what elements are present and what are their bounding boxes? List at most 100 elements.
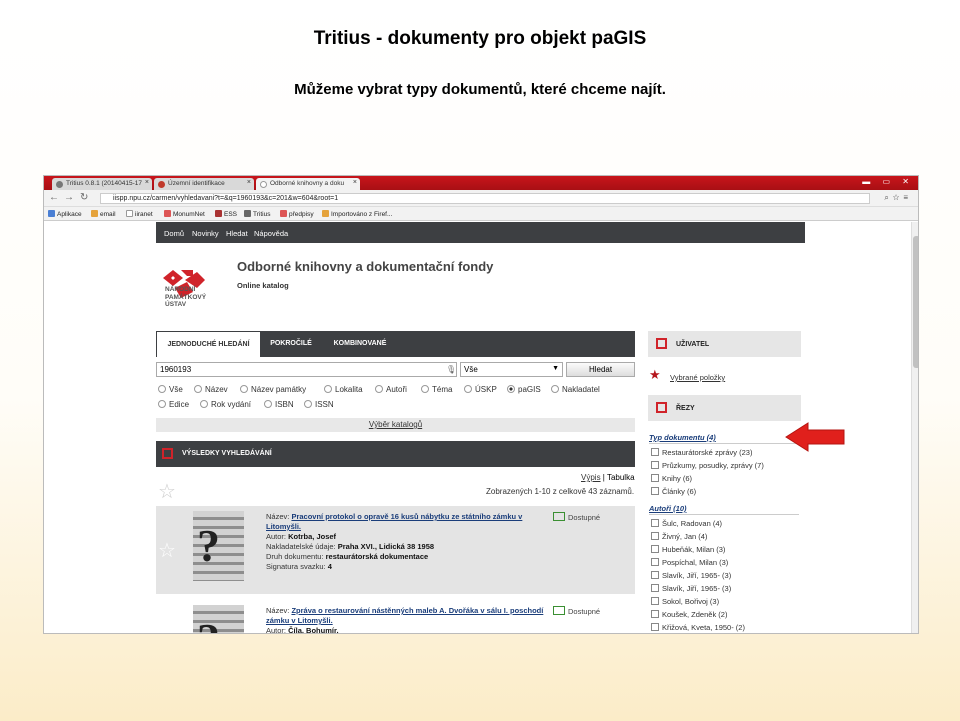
- close-icon[interactable]: ×: [145, 179, 149, 186]
- bookmark-item[interactable]: ESS: [215, 210, 237, 218]
- authors-facet-heading[interactable]: Autoři (10): [649, 504, 687, 513]
- bookmark-item[interactable]: předpisy: [280, 210, 314, 218]
- radio-pagis[interactable]: paGIS: [507, 385, 541, 394]
- reload-icon[interactable]: ↻: [80, 192, 88, 203]
- filter-icon: [656, 402, 667, 413]
- close-icon[interactable]: ×: [353, 179, 357, 186]
- radio-year[interactable]: Rok vydání: [200, 400, 251, 409]
- radio-title[interactable]: Název: [194, 385, 228, 394]
- facet-doc-type[interactable]: Články (6): [651, 487, 696, 496]
- facet-author[interactable]: Pospíchal, Milan (3): [651, 558, 728, 567]
- nav-news[interactable]: Novinky: [192, 229, 219, 238]
- site-nav: Domů Novinky Hledat Nápověda: [156, 222, 805, 243]
- record-details: Název: Zpráva o restaurování nástěnných …: [266, 606, 544, 634]
- search-input[interactable]: 1960193: [156, 362, 457, 377]
- scrollbar-thumb[interactable]: [913, 236, 918, 368]
- available-icon: [553, 512, 565, 521]
- microphone-icon[interactable]: 🎙: [446, 365, 456, 374]
- divider: [649, 443, 799, 444]
- tab-label: Územní identifikace: [168, 180, 225, 187]
- browser-screenshot: Tritius 0.8.1 (20140415-17 × Územní iden…: [43, 175, 919, 634]
- results-header: Výsledky vyhledávání: [156, 441, 635, 467]
- page-icon: [158, 181, 165, 188]
- radio-publisher[interactable]: Nakladatel: [551, 385, 600, 394]
- favorites-link[interactable]: Vybrané položky: [670, 373, 725, 382]
- radio-issn[interactable]: ISSN: [304, 400, 334, 409]
- available-icon: [553, 606, 565, 615]
- url-field[interactable]: iispp.npu.cz/carmen/vyhledavani?t=&q=196…: [100, 193, 870, 204]
- record-title-link[interactable]: Pracovní protokol o opravě 16 kusů nábyt…: [266, 512, 522, 531]
- result-record: ? ☆ Název: Pracovní protokol o opravě 16…: [156, 506, 635, 594]
- tab-label: Odborné knihovny a doku: [270, 180, 345, 187]
- page-icon: [56, 181, 63, 188]
- window-controls[interactable]: ▬ ▭ ✕: [862, 177, 914, 186]
- view-toggle: Výpis | Tabulka: [581, 473, 635, 482]
- radio-monument-name[interactable]: Název památky: [240, 385, 306, 394]
- facet-doc-type[interactable]: Restaurátorské zprávy (23): [651, 448, 752, 457]
- tab-combined[interactable]: Kombinované: [323, 331, 397, 357]
- bookmark-item[interactable]: iiranet: [126, 210, 153, 218]
- result-record: ? Název: Zpráva o restaurování nástěnnýc…: [156, 600, 635, 634]
- results-count: Zobrazených 1-10 z celkově 43 záznamů.: [486, 487, 635, 496]
- browser-tab-tritius[interactable]: Tritius 0.8.1 (20140415-17 ×: [52, 178, 152, 190]
- bookmark-item[interactable]: email: [91, 210, 116, 218]
- nav-home[interactable]: Domů: [164, 229, 184, 238]
- results-icon: [162, 448, 173, 459]
- browser-tab-uzemni[interactable]: Územní identifikace ×: [154, 178, 254, 190]
- availability-status[interactable]: Dostupné: [553, 512, 600, 522]
- user-panel[interactable]: Uživatel: [648, 331, 801, 357]
- facet-author[interactable]: Šulc, Radovan (4): [651, 519, 722, 528]
- radio-uskp[interactable]: ÚSKP: [464, 385, 497, 394]
- scrollbar[interactable]: [911, 222, 918, 633]
- star-icon[interactable]: ☆: [158, 479, 176, 504]
- logo-text: NÁRODNÍ PAMÁTKOVÝ ÚSTAV: [165, 286, 207, 308]
- radio-all[interactable]: Vše: [158, 385, 183, 394]
- record-title-link[interactable]: Zpráva o restaurování nástěnných maleb A…: [266, 606, 543, 625]
- bookmark-item[interactable]: Importováno z Firef...: [322, 210, 392, 218]
- radio-topic[interactable]: Téma: [421, 385, 452, 394]
- close-icon[interactable]: ×: [247, 179, 251, 186]
- search-scope-select[interactable]: Vše ▼: [460, 362, 563, 377]
- star-icon[interactable]: ☆: [158, 538, 176, 563]
- back-icon[interactable]: ←: [49, 192, 59, 203]
- zoom-star-menu-icons[interactable]: ⌕☆≡: [884, 193, 912, 203]
- browser-tab-bar: Tritius 0.8.1 (20140415-17 × Územní iden…: [44, 176, 918, 190]
- radio-locality[interactable]: Lokalita: [324, 385, 363, 394]
- radio-isbn[interactable]: ISBN: [264, 400, 294, 409]
- forward-icon[interactable]: →: [64, 192, 74, 203]
- no-cover-thumbnail: ?: [193, 605, 244, 633]
- search-button[interactable]: Hledat: [566, 362, 635, 377]
- facet-author[interactable]: Křižová, Kveta, 1950- (2): [651, 623, 745, 632]
- doc-type-facet-heading[interactable]: Typ dokumentu (4): [649, 433, 716, 442]
- nav-help[interactable]: Nápověda: [254, 229, 288, 238]
- chevron-down-icon: ▼: [552, 365, 559, 372]
- browser-tab-odborne[interactable]: Odborné knihovny a doku ×: [256, 178, 360, 190]
- facet-author[interactable]: Koušek, Zdeněk (2): [651, 610, 727, 619]
- radio-authors[interactable]: Autoři: [375, 385, 407, 394]
- tab-simple-search[interactable]: Jednoduché hledání: [156, 331, 261, 357]
- bookmark-item[interactable]: MonumNet: [164, 210, 205, 218]
- view-list-link[interactable]: Výpis: [581, 473, 601, 482]
- red-arrow-annotation: [785, 422, 845, 452]
- catalog-selection-link[interactable]: Výběr katalogů: [156, 418, 635, 432]
- facet-author[interactable]: Slavík, Jiří, 1965- (3): [651, 584, 731, 593]
- tab-advanced[interactable]: Pokročilé: [261, 331, 321, 357]
- search-tabs: Jednoduché hledání Pokročilé Kombinované: [156, 331, 635, 357]
- filters-panel: Řezy: [648, 395, 801, 421]
- facet-author[interactable]: Hubeňák, Milan (3): [651, 545, 725, 554]
- bookmark-item[interactable]: Tritius: [244, 210, 270, 218]
- facet-author[interactable]: Slavík, Jiří, 1965- (3): [651, 571, 731, 580]
- address-bar: ← → ↻ iispp.npu.cz/carmen/vyhledavani?t=…: [44, 190, 918, 207]
- facet-doc-type[interactable]: Průzkumy, posudky, zprávy (7): [651, 461, 764, 470]
- facet-doc-type[interactable]: Knihy (6): [651, 474, 692, 483]
- facet-author[interactable]: Živný, Jan (4): [651, 532, 707, 541]
- radio-edition[interactable]: Edice: [158, 400, 189, 409]
- record-details: Název: Pracovní protokol o opravě 16 kus…: [266, 512, 523, 571]
- tab-label: Tritius 0.8.1 (20140415-17: [66, 180, 143, 187]
- facet-author[interactable]: Sokol, Bořivoj (3): [651, 597, 719, 606]
- bookmark-item[interactable]: Aplikace: [48, 210, 82, 218]
- availability-status[interactable]: Dostupné: [553, 606, 600, 616]
- view-table-link[interactable]: Tabulka: [607, 473, 635, 482]
- nav-search[interactable]: Hledat: [226, 229, 248, 238]
- no-cover-thumbnail: ?: [193, 511, 244, 581]
